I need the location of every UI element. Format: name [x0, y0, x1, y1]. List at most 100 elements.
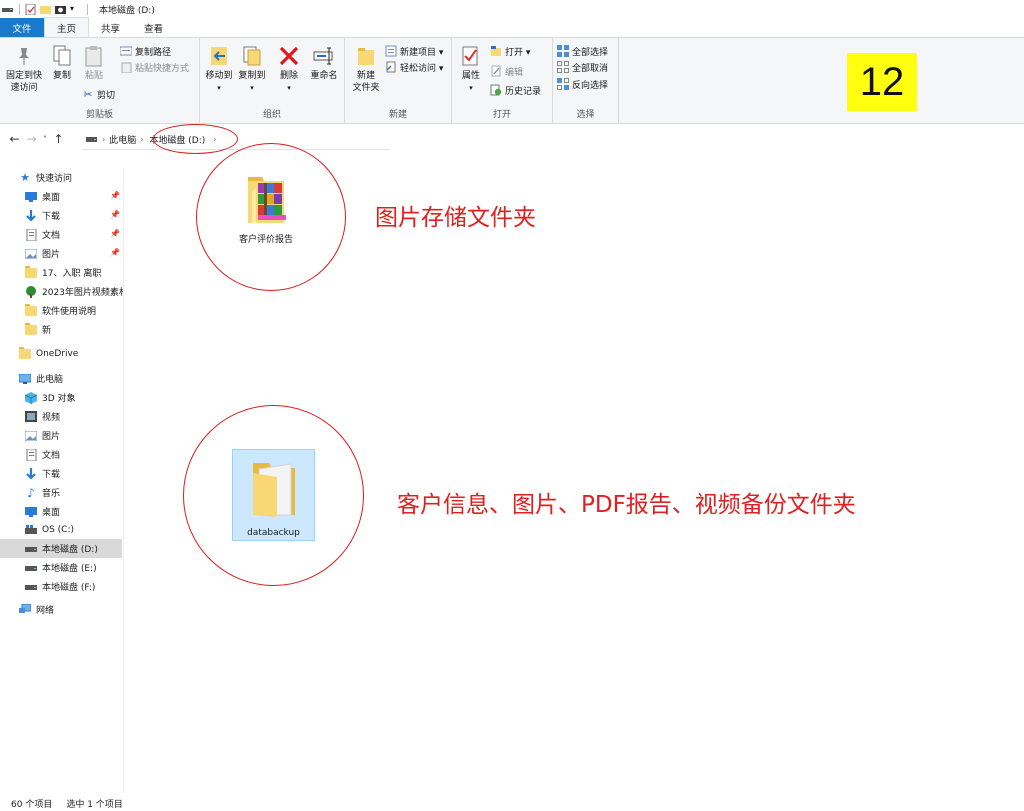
sidebar-item-drive-c[interactable]: OS (C:) [25, 520, 74, 539]
drive-icon [25, 543, 37, 555]
tab-home[interactable]: 主页 [44, 17, 90, 37]
move-to-button[interactable]: 移动到 ▾ [203, 44, 235, 94]
sidebar-item-network[interactable]: 网络 [19, 600, 54, 619]
sidebar-item-pc-documents[interactable]: 文档 [25, 445, 60, 464]
copy-path-button[interactable]: 复制路径 [120, 44, 171, 58]
sidebar-item-3d-objects[interactable]: 3D 对象 [25, 388, 76, 407]
folder-icon [25, 303, 37, 317]
new-group: 新建 文件夹 新建项目 ▾ 轻松访问 ▾ 新建 [345, 38, 452, 124]
sidebar-item-downloads[interactable]: 下载 [25, 206, 60, 225]
drive-icon [86, 135, 97, 143]
rename-icon [313, 44, 335, 68]
new-item-icon [385, 45, 397, 57]
sidebar-item-media-2023[interactable]: 2023年图片视频素材 [25, 282, 123, 301]
drive-icon [2, 4, 13, 15]
sidebar-item-onboarding-folder[interactable]: 17、入职 离职 [25, 263, 101, 282]
copy-path-icon [120, 45, 132, 57]
history-icon [490, 84, 502, 96]
sidebar-item-drive-e[interactable]: 本地磁盘 (E:) [25, 558, 97, 577]
breadcrumb-highlight-circle [153, 124, 238, 154]
divider [87, 4, 88, 15]
history-button[interactable]: 历史记录 [490, 83, 541, 97]
sidebar-item-pc-pictures[interactable]: 图片 [25, 426, 60, 445]
clipboard-group-label: 剪贴板 [85, 110, 113, 120]
folder-icon [19, 346, 31, 360]
pin-icon[interactable]: 📌 [110, 210, 120, 219]
edit-icon [490, 65, 502, 77]
star-icon: ★ [20, 171, 30, 184]
status-bar: 60 个项目 选中 1 个项目 [0, 795, 1024, 811]
sidebar-item-pictures[interactable]: 图片 [25, 244, 60, 263]
customize-dropdown-icon[interactable]: ▾ [70, 4, 81, 15]
paste-shortcut-button[interactable]: 粘贴快捷方式 [120, 60, 189, 74]
sidebar-item-pc-desktop[interactable]: 桌面 [25, 502, 60, 521]
tab-share[interactable]: 共享 [89, 18, 132, 37]
copy-button[interactable]: 复制 [48, 44, 76, 82]
desktop-icon [25, 191, 37, 203]
sidebar-item-drive-d[interactable]: 本地磁盘 (D:) [0, 539, 122, 558]
window-title: 本地磁盘 (D:) [99, 6, 155, 16]
move-to-icon [208, 44, 230, 68]
drive-icon [25, 581, 37, 593]
sidebar-item-quick-access[interactable]: ★ 快速访问 [19, 168, 72, 187]
select-all-icon [557, 45, 569, 57]
pin-icon[interactable]: 📌 [110, 191, 120, 200]
item-count: 60 个项目 [11, 799, 53, 810]
cut-button[interactable]: ✂ 剪切 [82, 87, 115, 101]
edit-button[interactable]: 编辑 [490, 64, 523, 78]
camera-icon[interactable] [55, 4, 66, 15]
new-folder-quick-icon[interactable] [40, 4, 51, 15]
organize-group-label: 组织 [262, 110, 281, 120]
new-folder-button[interactable]: 新建 文件夹 [347, 44, 385, 94]
clipboard-group: 固定到快 速访问 复制 粘贴 复制路径 粘贴快捷方式 ✂ 剪切 剪贴板 [0, 38, 200, 124]
recent-locations-chevron-icon[interactable]: ˅ [40, 135, 50, 144]
copy-to-button[interactable]: 复制到 ▾ [236, 44, 268, 94]
paste-shortcut-icon [120, 61, 132, 73]
back-arrow-icon[interactable]: ← [6, 132, 23, 146]
easy-access-icon [385, 61, 397, 73]
open-button[interactable]: 打开 ▾ [490, 44, 530, 58]
tab-view[interactable]: 查看 [132, 18, 175, 37]
easy-access-button[interactable]: 轻松访问 ▾ [385, 60, 443, 74]
sidebar-item-new[interactable]: 新 [25, 320, 51, 339]
open-group-label: 打开 [492, 110, 511, 120]
sidebar-item-onedrive[interactable]: OneDrive [19, 344, 78, 363]
download-icon [25, 209, 37, 222]
video-icon [25, 411, 37, 423]
annotation-backup-folder: 客户信息、图片、PDF报告、视频备份文件夹 [397, 492, 856, 518]
pin-icon[interactable]: 📌 [110, 248, 120, 257]
properties-button[interactable]: 属性 ▾ [456, 44, 486, 94]
title-bar: ▾ 本地磁盘 (D:) [0, 0, 1024, 19]
highlight-circle-image-folder [196, 143, 346, 291]
up-arrow-icon[interactable]: ↑ [50, 132, 67, 146]
document-icon [25, 228, 37, 241]
sidebar-item-pc-downloads[interactable]: 下载 [25, 464, 60, 483]
new-item-button[interactable]: 新建项目 ▾ [385, 44, 443, 58]
sidebar-item-music[interactable]: ♪ 音乐 [25, 483, 60, 502]
sidebar-item-drive-f[interactable]: 本地磁盘 (F:) [25, 577, 95, 596]
pin-icon[interactable]: 📌 [110, 229, 120, 238]
pin-quick-access-button[interactable]: 固定到快 速访问 [4, 44, 44, 94]
ribbon-tabs: 文件 主页 共享 查看 [0, 17, 1024, 38]
select-all-button[interactable]: 全部选择 [557, 44, 608, 58]
breadcrumb-this-pc[interactable]: 此电脑 [109, 133, 136, 146]
sidebar-item-documents[interactable]: 文档 [25, 225, 60, 244]
paste-button[interactable]: 粘贴 [80, 44, 108, 82]
properties-icon [460, 44, 482, 68]
rename-button[interactable]: 重命名 [306, 44, 342, 82]
sidebar-item-this-pc[interactable]: 此电脑 [19, 369, 63, 388]
download-icon [25, 467, 37, 480]
pin-icon [13, 44, 35, 68]
forward-arrow-icon[interactable]: → [23, 132, 40, 146]
highlight-circle-backup-folder [183, 405, 364, 586]
properties-quick-icon[interactable] [25, 3, 36, 16]
invert-selection-button[interactable]: 反向选择 [557, 77, 608, 91]
tab-file[interactable]: 文件 [0, 18, 44, 37]
select-none-button[interactable]: 全部取消 [557, 60, 608, 74]
sidebar-item-software-manual[interactable]: 软件使用说明 [25, 301, 96, 320]
sidebar-item-desktop[interactable]: 桌面 [25, 187, 60, 206]
sidebar-item-videos[interactable]: 视频 [25, 407, 60, 426]
delete-button[interactable]: 删除 ▾ [276, 44, 302, 94]
breadcrumb-separator-icon: › [140, 134, 144, 144]
document-icon [25, 448, 37, 461]
